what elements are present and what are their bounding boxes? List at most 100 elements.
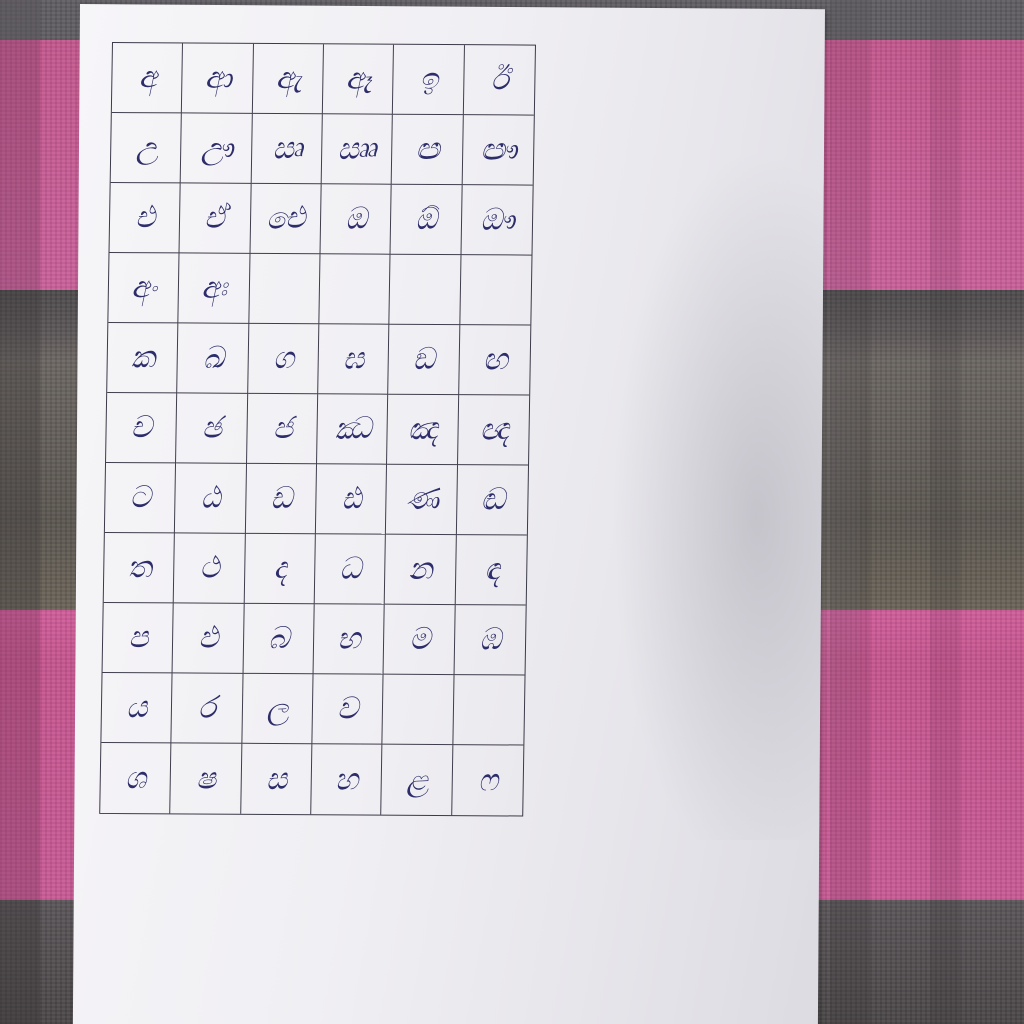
handwritten-letter: ෂ — [195, 760, 217, 797]
grid-cell: ස — [240, 743, 313, 815]
grid-cell: ත — [103, 532, 176, 604]
grid-cell — [453, 675, 525, 746]
grid-cell: හ — [311, 744, 383, 815]
grid-cell: ද — [244, 533, 316, 605]
handwritten-letter: ළ — [405, 761, 429, 798]
grid-cell: ඇ — [252, 43, 324, 115]
handwritten-letter: ඐ — [479, 131, 517, 169]
grid-cell: ල — [242, 673, 314, 745]
handwritten-letter: ෆ — [477, 762, 498, 799]
handwritten-letter: ඳ — [483, 552, 499, 588]
grid-cell: ඳ — [455, 535, 527, 606]
grid-cell: ධ — [314, 534, 387, 605]
handwritten-letter: අං — [130, 269, 157, 306]
handwritten-letter: ද — [272, 550, 287, 587]
handwritten-letter: ස — [265, 761, 288, 797]
grid-cell: අ — [111, 43, 184, 114]
grid-cell: උ — [110, 113, 183, 184]
grid-cell — [459, 255, 532, 326]
handwritten-letter: ඤ — [407, 411, 438, 448]
grid-cell: ඈ — [322, 44, 395, 115]
grid-cell: අඃ — [178, 253, 251, 324]
handwritten-letter: ග — [272, 340, 294, 377]
handwritten-letter: ල — [265, 690, 289, 727]
handwritten-letter: ශ — [124, 760, 147, 797]
grid-cell — [389, 254, 462, 326]
grid-cell: ඎ — [321, 114, 394, 185]
grid-cell: ඤ — [387, 394, 459, 466]
photo-scene: අ ආ ඇ ඈ ඉ ඊ උ ඌ ඍ ඎ ඏ ඐ එ ඒ ඓ ඔ ඕ ඖ අං අඃ ක ඛ ග ඝ ඞ ඟ ච ඡ ජ ඣ ඤ ඥ ට ඨ ඩ ඪ ණ ඬ… — [0, 0, 1024, 1024]
handwritten-letter: ක — [130, 339, 155, 376]
grid-cell: ට — [104, 462, 177, 534]
grid-cell: බ — [243, 603, 315, 675]
grid-cell: ඖ — [461, 185, 533, 256]
handwritten-letter: ඔ — [344, 201, 367, 237]
handwritten-letter: ඕ — [414, 201, 438, 238]
handwritten-letter: ඓ — [265, 200, 306, 237]
grid-cell: අං — [108, 252, 180, 324]
grid-cell: ව — [312, 674, 384, 745]
grid-cell: ශ — [100, 742, 172, 814]
handwritten-letter: ආ — [203, 60, 232, 97]
grid-cell: ප — [102, 602, 175, 674]
cloth-stripe — [830, 0, 870, 1024]
grid-cell: ඟ — [458, 325, 531, 396]
grid-cell: ක — [107, 322, 179, 394]
grid-cell: ණ — [386, 464, 458, 536]
handwritten-letter: ය — [125, 689, 148, 726]
handwritten-letter-grid: අ ආ ඇ ඈ ඉ ඊ උ ඌ ඍ ඎ ඏ ඐ එ ඒ ඓ ඔ ඕ ඖ අං අඃ ක ඛ ග ඝ ඞ ඟ ච ඡ ජ ඣ ඤ ඥ ට ඨ ඩ ඪ ණ ඬ… — [99, 42, 536, 817]
grid-cell: ඨ — [175, 463, 247, 534]
handwritten-letter: ඛ — [201, 340, 224, 377]
handwritten-letter: ඖ — [479, 201, 515, 239]
grid-cell: ථ — [174, 533, 246, 604]
cloth-stripe — [0, 0, 40, 1024]
grid-cell: ඉ — [393, 44, 465, 116]
grid-cell: ඵ — [172, 603, 245, 674]
handwritten-letter: ඩ — [269, 480, 293, 517]
handwritten-letter: අඃ — [200, 270, 228, 307]
handwritten-letter: ථ — [198, 550, 220, 587]
handwritten-letter: ප — [127, 619, 149, 656]
handwritten-letter: ට — [129, 479, 152, 516]
handwritten-letter: ඌ — [199, 129, 233, 167]
handwritten-letter: ජ — [271, 410, 293, 447]
handwritten-letter: බ — [267, 620, 290, 657]
handwritten-letter: ණ — [404, 481, 439, 518]
handwritten-letter: හ — [334, 761, 359, 798]
handwritten-letter: ධ — [338, 550, 362, 587]
grid-cell: ර — [171, 673, 244, 744]
grid-cell: ඓ — [250, 183, 322, 255]
grid-cell: ඛ — [177, 323, 249, 394]
grid-cell: ඩ — [245, 463, 318, 535]
handwritten-letter: න — [407, 551, 433, 588]
handwritten-letter: ඒ — [203, 200, 227, 237]
handwritten-letter: ඞ — [412, 341, 435, 378]
grid-cell: ජ — [246, 393, 319, 465]
grid-cell: ඌ — [180, 113, 253, 184]
grid-cell: ම — [383, 604, 456, 676]
handwritten-letter: ම — [408, 621, 431, 658]
handwritten-letter: ඟ — [481, 341, 508, 378]
grid-cell — [248, 253, 321, 325]
handwritten-letter: ඡ — [201, 410, 222, 447]
grid-cell: ආ — [182, 43, 254, 114]
handwritten-letter: අ — [137, 59, 157, 96]
handwritten-letter: ඇ — [274, 60, 301, 97]
grid-cell: ග — [247, 323, 320, 395]
grid-cell: ඔ — [320, 184, 392, 255]
grid-cell: ෆ — [452, 745, 524, 815]
handwritten-letter: ඬ — [479, 481, 505, 518]
grid-cell: ඣ — [317, 394, 389, 465]
grid-cell: ෂ — [170, 743, 243, 814]
grid-cell: ඪ — [315, 464, 388, 535]
grid-cell: ඐ — [462, 115, 534, 186]
handwritten-letter: ඥ — [478, 411, 509, 448]
cloth-stripe — [930, 0, 960, 1024]
handwritten-letter: ඉ — [418, 61, 438, 98]
grid-cell: ඹ — [454, 605, 526, 676]
handwritten-letter: ඣ — [333, 410, 371, 448]
grid-cell: ඍ — [251, 113, 323, 185]
grid-cell: ඡ — [176, 393, 248, 464]
handwritten-letter: ඈ — [344, 60, 372, 98]
grid-cell: ච — [106, 392, 178, 464]
